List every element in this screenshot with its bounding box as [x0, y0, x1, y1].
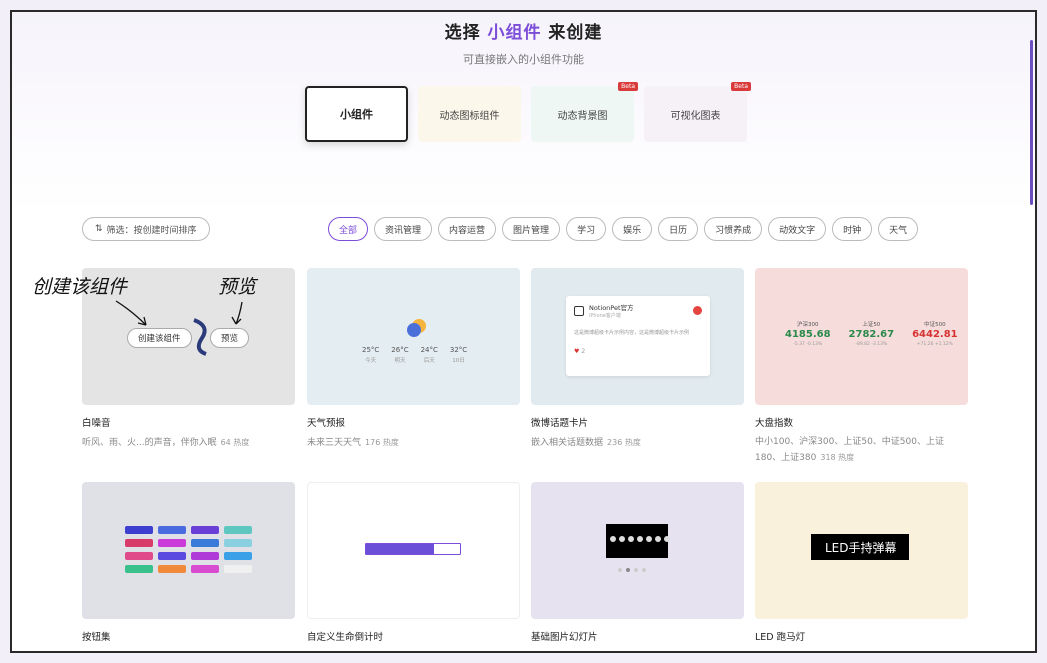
widget-card[interactable]: NotionPet官方 iPhone客户端 这是微博超级卡片示例内容，这是微博超… — [531, 268, 744, 451]
led-marquee: LED手持弹幕 — [811, 534, 909, 560]
category-all[interactable]: 全部 — [328, 217, 369, 241]
tab-dynamic-background[interactable]: 动态背景图 Beta — [531, 82, 638, 142]
card-title: 微博话题卡片 — [531, 418, 589, 429]
swirl-icon — [193, 318, 207, 356]
category-fun[interactable]: 娱乐 — [612, 217, 653, 241]
forecast-day: 24°C 后天 — [420, 346, 438, 364]
category-study[interactable]: 学习 — [566, 217, 607, 241]
weibo-icon — [693, 306, 702, 315]
sort-button[interactable]: ⇅ 筛选：按创建时间排序 — [82, 217, 210, 241]
filter-row: ⇅ 筛选：按创建时间排序 全部 资讯管理 内容运营 图片管理 学习 娱乐 日历 … — [82, 217, 975, 243]
card-thumbnail[interactable] — [531, 482, 744, 619]
tab-dynamic-icon[interactable]: 动态图标组件 — [418, 86, 521, 142]
category-clock[interactable]: 时钟 — [832, 217, 873, 241]
forecast-day: 25°C 今天 — [362, 346, 380, 364]
moon-phases-icon — [610, 536, 670, 542]
category-text-effect[interactable]: 动效文字 — [768, 217, 827, 241]
category-content[interactable]: 内容运营 — [438, 217, 497, 241]
index-item: 中证500 6442.81 +71.26 +1.12% — [912, 322, 958, 347]
widget-card[interactable]: 按钮集 — [82, 482, 295, 643]
tab-widget[interactable]: 小组件 — [305, 86, 408, 142]
index-item: 上证50 2782.67 -89.82 -3.13% — [848, 322, 895, 347]
card-title: LED 跑马灯 — [755, 632, 806, 643]
cloud-sun-icon — [407, 319, 426, 337]
slideshow-image — [606, 524, 670, 558]
card-desc: 嵌入相关话题数据 236 热度 — [531, 438, 641, 448]
card-thumbnail[interactable]: NotionPet官方 iPhone客户端 这是微博超级卡片示例内容，这是微博超… — [531, 268, 744, 405]
card-title: 按钮集 — [82, 632, 111, 643]
card-thumbnail[interactable] — [307, 482, 520, 619]
card-title: 天气预报 — [307, 418, 346, 429]
widget-card[interactable]: 沪深300 4185.68 -5.37 -0.13% 上证50 2782.67 -89.… — [755, 268, 968, 466]
page-subtitle: 可直接嵌入的小组件功能 — [463, 53, 584, 66]
annotation-arrow — [115, 300, 147, 326]
card-thumbnail[interactable]: 沪深300 4185.68 -5.37 -0.13% 上证50 2782.67 -89.… — [755, 268, 968, 405]
page-header: 选择 小组件 来创建 可直接嵌入的小组件功能 — [12, 18, 1035, 67]
beta-badge: Beta — [618, 82, 638, 91]
card-thumbnail[interactable]: LED手持弹幕 — [755, 482, 968, 619]
widget-card[interactable]: LED手持弹幕 LED 跑马灯 — [755, 482, 968, 643]
forecast-day: 32°C 10日 — [449, 346, 468, 364]
notion-logo-icon — [574, 305, 584, 316]
annotation-create: 创建该组件 — [32, 276, 128, 298]
category-weather[interactable]: 天气 — [878, 217, 919, 241]
filter-icon: ⇅ — [95, 224, 103, 234]
weibo-card-preview: NotionPet官方 iPhone客户端 这是微博超级卡片示例内容，这是微博超… — [566, 296, 710, 376]
card-desc: 听风、雨、火...的声音，伴你入眠 64 热度 — [82, 438, 250, 448]
category-list: 全部 资讯管理 内容运营 图片管理 学习 娱乐 日历 习惯养成 动效文字 时钟 … — [328, 217, 919, 241]
widget-card[interactable]: 自定义生命倒计时 — [307, 482, 520, 643]
category-calendar[interactable]: 日历 — [658, 217, 699, 241]
widget-type-tabs: 小组件 动态图标组件 动态背景图 Beta 可视化图表 Beta — [305, 82, 751, 142]
card-title: 白噪音 — [82, 418, 111, 429]
category-habit[interactable]: 习惯养成 — [704, 217, 763, 241]
annotation-preview: 预览 — [218, 276, 257, 298]
card-title: 大盘指数 — [755, 418, 794, 429]
card-title: 基础图片幻灯片 — [531, 632, 598, 643]
widget-card[interactable]: 25°C 今天 26°C 明天 24°C 后天 32°C 10日 天气预报 未来三天天气… — [307, 268, 520, 451]
index-item: 沪深300 4185.68 -5.37 -0.13% — [785, 322, 831, 347]
card-desc: 未来三天天气 176 热度 — [307, 438, 399, 448]
card-desc: 中小100、沪深300、上证50、中证500、上证180、上证380 318 热度 — [755, 437, 944, 463]
button-set-preview — [125, 526, 252, 573]
card-title: 自定义生命倒计时 — [307, 632, 384, 643]
card-thumbnail[interactable] — [82, 482, 295, 619]
tab-visual-chart[interactable]: 可视化图表 Beta — [644, 82, 751, 142]
forecast-list: 25°C 今天 26°C 明天 24°C 后天 32°C 10日 — [362, 346, 467, 364]
app-window: 选择 小组件 来创建 可直接嵌入的小组件功能 小组件 动态图标组件 动态背景图 B… — [10, 10, 1037, 653]
countdown-progress — [365, 543, 461, 555]
index-list: 沪深300 4185.68 -5.37 -0.13% 上证50 2782.67 -89.… — [785, 320, 958, 347]
card-thumbnail[interactable]: 25°C 今天 26°C 明天 24°C 后天 32°C 10日 — [307, 268, 520, 405]
forecast-day: 26°C 明天 — [391, 346, 409, 364]
create-widget-button[interactable]: 创建该组件 — [127, 328, 192, 348]
widget-card[interactable]: 基础图片幻灯片 — [531, 482, 744, 643]
beta-badge: Beta — [731, 82, 751, 91]
preview-button[interactable]: 预览 — [210, 328, 250, 348]
category-news[interactable]: 资讯管理 — [374, 217, 433, 241]
category-image[interactable]: 图片管理 — [502, 217, 561, 241]
slide-dots[interactable] — [618, 568, 646, 572]
heart-icon: ♥ — [574, 348, 580, 355]
page-title: 选择 小组件 来创建 — [444, 23, 603, 43]
annotation-arrow — [231, 301, 243, 325]
